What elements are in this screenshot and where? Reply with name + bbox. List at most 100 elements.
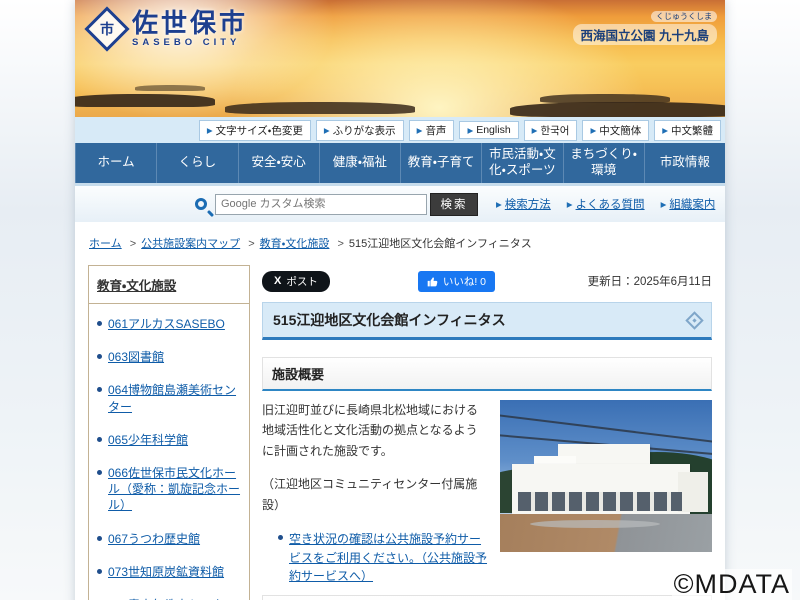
utility-button[interactable]: ▶ ふりがな表示	[315, 119, 404, 141]
city-emblem-glyph: 市	[100, 21, 114, 38]
page-title-bar: 515江迎地区文化会館インフィニタス	[262, 302, 712, 340]
utility-button-label: 中文簡体	[599, 124, 642, 137]
search-button[interactable]: 検索	[430, 192, 478, 216]
breadcrumb-item[interactable]: 515江迎地区文化会館インフィニタス	[349, 238, 532, 250]
post-button-label: ポスト	[286, 275, 318, 288]
x-post-button[interactable]: X ポスト	[262, 270, 330, 292]
park-label: くじゅうくしま 西海国立公園 九十九島	[572, 6, 717, 45]
utility-button[interactable]: ▶ 中文繁體	[654, 119, 721, 141]
breadcrumb-separator: >	[337, 238, 344, 250]
sidebar-facility-link[interactable]: 061アルカスSASEBO	[108, 316, 225, 332]
sidebar: 教育・文化施設 061アルカスSASEBO 063図書館 064博物館島瀬美術セ…	[88, 265, 250, 600]
overview-paragraph: 旧江迎町並びに長崎県北松地域における地域活性化と文化活動の拠点となるように計画さ…	[262, 403, 479, 458]
nav-item[interactable]: 教育・子育て	[400, 143, 481, 183]
sidebar-title: 教育・文化施設	[89, 266, 249, 304]
reservation-service-link[interactable]: 空き状況の確認は公共施設予約サービスをご利用ください。（公共施設予約サービスへ）	[289, 530, 488, 586]
utility-button[interactable]: ▶ 文字サイズ・色変更	[198, 119, 311, 141]
overview-paragraph: （江迎地区コミュニティセンター付属施設）	[262, 477, 478, 512]
utility-button-label: 中文繁體	[671, 124, 713, 137]
triangle-arrow-icon: ▶	[590, 125, 597, 135]
quick-link: ▶ 検索方法	[496, 196, 551, 212]
nav-item[interactable]: ホーム	[75, 143, 156, 183]
park-furigana: くじゅうくしま	[651, 11, 717, 22]
island-silhouette	[135, 85, 205, 91]
utility-button-label: ふりがな表示	[332, 124, 396, 137]
facebook-like-button[interactable]: いいね! 0	[417, 270, 496, 292]
breadcrumb-item[interactable]: ホーム	[89, 238, 122, 250]
bullet-dot-icon	[97, 568, 102, 574]
island-silhouette	[225, 102, 415, 114]
site-logo[interactable]: 市 佐世保市 SASEBO CITY	[84, 6, 248, 52]
overview-text: 旧江迎町並びに長崎県北松地域における地域活性化と文化活動の拠点となるように計画さ…	[262, 400, 488, 586]
triangle-arrow-icon: ▶	[566, 199, 573, 209]
overview-link-list: 空き状況の確認は公共施設予約サービスをご利用ください。（公共施設予約サービスへ）	[262, 530, 488, 586]
sidebar-facility-link[interactable]: 067うつわ歴史館	[108, 531, 200, 547]
utility-button[interactable]: ▶ 音声	[408, 119, 455, 141]
triangle-arrow-icon: ▶	[662, 125, 668, 135]
utility-button-label: 音声	[425, 124, 447, 137]
power-line	[500, 412, 712, 446]
search-bar-row: 検索 ▶ 検索方法 ▶ よくある質問 ▶ 組織案内	[75, 186, 725, 222]
bullet-dot-icon	[97, 436, 102, 442]
site-column: 市 佐世保市 SASEBO CITY くじゅうくしま 西海国立公園 九十九島 ▶…	[75, 0, 725, 600]
building-windows	[518, 492, 682, 511]
search-icon	[195, 198, 207, 210]
city-emblem-small-icon	[685, 310, 704, 330]
utility-button[interactable]: ▶ 中文簡体	[582, 119, 650, 141]
building-block	[678, 472, 708, 512]
sidebar-list-item: 061アルカスSASEBO	[97, 316, 241, 332]
breadcrumb-item[interactable]: 公共施設案内マップ	[141, 238, 240, 250]
nav-item[interactable]: 安全・安心	[237, 143, 319, 183]
sidebar-facility-link[interactable]: 064博物館島瀬美術センター	[108, 382, 241, 414]
bullet-dot-icon	[97, 469, 102, 475]
bullet-dot-icon	[97, 321, 102, 326]
sidebar-facility-link[interactable]: 066佐世保市民文化ホール（愛称：凱旋記念ホール）	[108, 465, 241, 514]
nav-item[interactable]: 健康・福祉	[318, 143, 400, 183]
island-silhouette	[75, 94, 215, 107]
quick-link-anchor[interactable]: 組織案内	[669, 196, 715, 212]
main-column: X ポスト いいね! 0 更新日：2025年6月11日 515江迎地区文化会館イ…	[262, 265, 712, 600]
sidebar-list-item: 065少年科学館	[97, 432, 241, 448]
sidebar-facility-link[interactable]: 063図書館	[108, 349, 164, 365]
quick-link-anchor[interactable]: よくある質問	[576, 196, 645, 212]
utility-button-label: 文字サイズ・色変更	[215, 124, 303, 137]
nav-item[interactable]: 市政情報	[643, 143, 725, 183]
utility-button[interactable]: ▶ 한국어	[523, 119, 578, 141]
breadcrumb-separator: >	[129, 238, 137, 250]
nav-item[interactable]: まちづくり・環境	[562, 143, 644, 183]
breadcrumb-separator: >	[248, 238, 255, 250]
triangle-arrow-icon: ▶	[416, 125, 423, 135]
bullet-dot-icon	[278, 534, 283, 540]
utility-button[interactable]: ▶ English	[459, 121, 519, 139]
sidebar-list-item: 066佐世保市民文化ホール（愛称：凱旋記念ホール）	[97, 465, 241, 514]
utility-button-label: English	[476, 124, 511, 136]
breadcrumb: ホーム > 公共施設案内マップ > 教育・文化施設 >515江迎地区文化会館インフィ…	[75, 222, 725, 259]
sidebar-list-item: 067うつわ歴史館	[97, 531, 241, 547]
section-heading-overview: 施設概要	[262, 357, 712, 391]
sidebar-facility-link[interactable]: 065少年科学館	[108, 432, 188, 448]
nav-item[interactable]: くらし	[156, 143, 237, 183]
main-navigation: ホーム くらし 安全・安心 健康・福祉 教育・子育て 市民活動・文化・スポーツ …	[75, 143, 725, 186]
sidebar-facility-list: 061アルカスSASEBO 063図書館 064博物館島瀬美術センター 065少…	[89, 304, 249, 600]
triangle-arrow-icon: ▶	[467, 125, 474, 135]
breadcrumb-item[interactable]: 教育・文化施設	[260, 238, 330, 250]
triangle-arrow-icon: ▶	[323, 125, 330, 135]
updated-date: 更新日：2025年6月11日	[587, 276, 712, 288]
city-name-en: SASEBO CITY	[132, 37, 241, 49]
content-area: 教育・文化施設 061アルカスSASEBO 063図書館 064博物館島瀬美術セ…	[75, 259, 725, 600]
triangle-arrow-icon: ▶	[206, 125, 213, 135]
sidebar-facility-link[interactable]: 073世知原炭鉱資料館	[108, 564, 224, 580]
thumbs-up-icon	[427, 276, 438, 286]
island-silhouette	[510, 102, 725, 117]
header-hero-photo: 市 佐世保市 SASEBO CITY くじゅうくしま 西海国立公園 九十九島	[75, 0, 725, 117]
search-input[interactable]	[215, 193, 427, 215]
plaza-and-road	[500, 514, 712, 552]
sidebar-list-item: 063図書館	[97, 349, 241, 365]
nav-item[interactable]: 市民活動・文化・スポーツ	[481, 143, 562, 183]
quick-link: ▶ よくある質問	[567, 196, 645, 212]
list-item: 空き状況の確認は公共施設予約サービスをご利用ください。（公共施設予約サービスへ）	[278, 530, 488, 586]
quick-link-anchor[interactable]: 検索方法	[505, 196, 551, 212]
utility-button-label: 한국어	[540, 124, 570, 137]
facility-photo	[500, 400, 712, 552]
like-button-label: いいね! 0	[442, 275, 487, 288]
